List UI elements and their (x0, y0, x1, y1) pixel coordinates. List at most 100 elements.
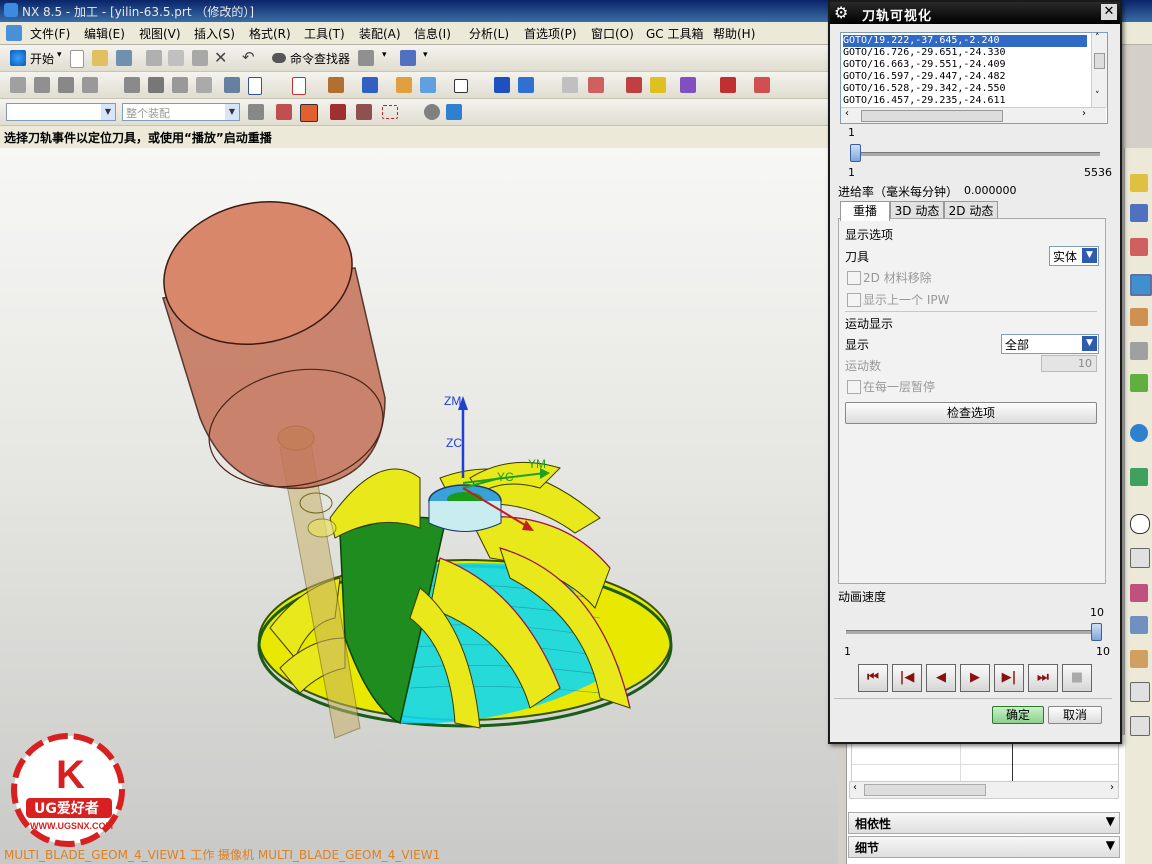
cut-icon[interactable] (146, 50, 162, 66)
path-event-item[interactable]: GOTO/19.222,-37.645,-2.240 (843, 35, 1087, 47)
menu-tools[interactable]: 工具(T) (304, 25, 345, 42)
scroll-left-icon[interactable]: ‹ (853, 782, 857, 793)
path-event-item[interactable]: GOTO/16.457,-29.235,-24.611 (843, 95, 1006, 107)
gear-icon[interactable]: ⚙ (834, 3, 848, 22)
solid-body-icon[interactable] (446, 104, 462, 120)
resource-history-icon[interactable] (1130, 468, 1148, 486)
save-icon[interactable] (116, 50, 132, 66)
list-vscrollbar[interactable]: ˄ ˅ (1091, 33, 1107, 107)
selection-filter-icon[interactable] (248, 104, 264, 120)
resource-document-icon[interactable] (1130, 548, 1150, 568)
resource-web-browser-icon[interactable] (1130, 424, 1148, 442)
show-hide-icon[interactable] (424, 104, 440, 120)
dialog-title-bar[interactable]: ⚙ 刀轨可视化 ✕ (830, 2, 1120, 24)
point-constructor-icon[interactable] (300, 104, 318, 122)
role-icon[interactable] (358, 50, 374, 66)
window-dropdown-icon[interactable]: ▾ (423, 50, 428, 60)
stop-button[interactable]: ■ (1062, 664, 1092, 692)
paste-icon[interactable] (192, 50, 208, 66)
resource-palette-icon[interactable] (1130, 374, 1148, 392)
chevron-up-icon[interactable]: ˄ (1095, 33, 1100, 43)
orient-icon[interactable] (224, 77, 240, 93)
resource-roles-icon[interactable] (1130, 650, 1148, 668)
scroll-right-icon[interactable]: › (1082, 108, 1086, 119)
go-to-end-button[interactable]: ⏭ (1028, 664, 1058, 692)
menu-information[interactable]: 信息(I) (414, 25, 451, 42)
wireframe-icon[interactable] (172, 77, 188, 93)
section-icon[interactable] (196, 77, 212, 93)
menu-preferences[interactable]: 首选项(P) (524, 25, 577, 42)
generate-path-icon[interactable] (494, 77, 510, 93)
create-method-icon[interactable] (420, 77, 436, 93)
open-folder-icon[interactable] (92, 50, 108, 66)
endpoint-icon[interactable] (330, 104, 346, 120)
list-hscrollbar[interactable]: ‹ › (841, 107, 1106, 123)
verify-path-icon[interactable] (588, 77, 604, 93)
path-event-item[interactable]: GOTO/16.663,-29.551,-24.409 (843, 59, 1006, 71)
event-slider-thumb[interactable] (850, 144, 861, 162)
graphics-viewport[interactable]: ZM ZC YM YC K UG爱好者 WWW.UGSNX.COM MULTI_… (0, 148, 838, 864)
machine-icon[interactable] (680, 77, 696, 93)
shaded-icon[interactable] (148, 77, 164, 93)
motion-display-select[interactable]: 全部 ▼ (1001, 334, 1099, 354)
create-geometry-icon[interactable] (396, 77, 412, 93)
resource-machine-tool-icon[interactable] (1130, 308, 1148, 326)
motion-count-input[interactable]: 10 (1041, 355, 1097, 372)
tool-display-select[interactable]: 实体 ▼ (1049, 246, 1099, 266)
dependencies-section[interactable]: 相依性 ▼ (848, 812, 1120, 834)
animation-speed-thumb[interactable] (1091, 623, 1102, 641)
create-tool-icon[interactable] (362, 77, 378, 93)
chevron-down-icon[interactable]: ˅ (1095, 91, 1100, 101)
rectangle-select-icon[interactable] (454, 79, 468, 93)
pan-icon[interactable] (82, 77, 98, 93)
path-event-item[interactable]: GOTO/16.528,-29.342,-24.550 (843, 83, 1006, 95)
menu-assemblies[interactable]: 装配(A) (359, 25, 401, 42)
pause-each-layer-checkbox[interactable] (847, 380, 861, 394)
scroll-left-icon[interactable]: ‹ (845, 108, 849, 119)
check-options-button[interactable]: 检查选项 (845, 402, 1097, 424)
resource-notes-icon[interactable] (1130, 716, 1150, 736)
nx-menu-icon[interactable] (6, 25, 22, 41)
command-finder-button[interactable]: 命令查找器 (290, 50, 350, 67)
resource-assembly-navigator-icon[interactable] (1130, 204, 1148, 222)
menu-gc-toolkit[interactable]: GC 工具箱 (646, 25, 704, 42)
go-to-start-button[interactable]: ⏮ (858, 664, 888, 692)
operation-navigator-icon[interactable] (292, 77, 306, 95)
menu-help[interactable]: 帮助(H) (713, 25, 755, 42)
shop-docs-icon[interactable] (562, 77, 578, 93)
snap-point-icon[interactable] (276, 104, 292, 120)
measure-icon[interactable] (754, 77, 770, 93)
resource-tools-icon[interactable] (1130, 616, 1148, 634)
menu-format[interactable]: 格式(R) (249, 25, 291, 42)
material-removal-2d-checkbox[interactable] (847, 271, 861, 285)
animation-speed-track[interactable] (846, 630, 1098, 634)
zoom-icon[interactable] (34, 77, 50, 93)
copy-icon[interactable] (168, 50, 184, 66)
resource-visualization-icon[interactable] (1130, 584, 1148, 602)
step-forward-button[interactable]: ▶| (994, 664, 1024, 692)
rotate-icon[interactable] (58, 77, 74, 93)
cancel-button[interactable]: 取消 (1048, 706, 1102, 724)
details-section[interactable]: 细节 ▼ (848, 836, 1120, 858)
create-program-icon[interactable] (328, 77, 344, 93)
scroll-right-icon[interactable]: › (1110, 782, 1114, 793)
path-event-item[interactable]: GOTO/16.597,-29.447,-24.482 (843, 71, 1006, 83)
navigator-hscrollbar[interactable]: ‹ › (849, 781, 1119, 799)
layer-icon[interactable] (248, 77, 262, 95)
impeller-model-view[interactable]: ZM ZC YM YC K UG爱好者 WWW.UGSNX.COM (0, 148, 838, 864)
resource-constraint-icon[interactable] (1130, 238, 1148, 256)
menu-view[interactable]: 视图(V) (139, 25, 181, 42)
list-vscroll-thumb[interactable] (1094, 53, 1105, 69)
ok-button[interactable]: 确定 (992, 706, 1044, 724)
assembly-filter-select[interactable]: 整个装配 ▼ (122, 103, 240, 121)
path-event-item[interactable]: GOTO/16.726,-29.651,-24.330 (843, 47, 1006, 59)
resource-reuse-library-icon[interactable] (1130, 342, 1148, 360)
resource-report-icon[interactable] (1130, 682, 1150, 702)
start-button[interactable]: 开始 (30, 50, 54, 67)
menu-insert[interactable]: 插入(S) (194, 25, 235, 42)
undo-icon[interactable]: ↶ (242, 48, 255, 66)
fit-view-icon[interactable] (10, 77, 26, 93)
replay-path-icon[interactable] (518, 77, 534, 93)
event-slider-track[interactable] (850, 152, 1100, 156)
midpoint-icon[interactable] (356, 104, 372, 120)
